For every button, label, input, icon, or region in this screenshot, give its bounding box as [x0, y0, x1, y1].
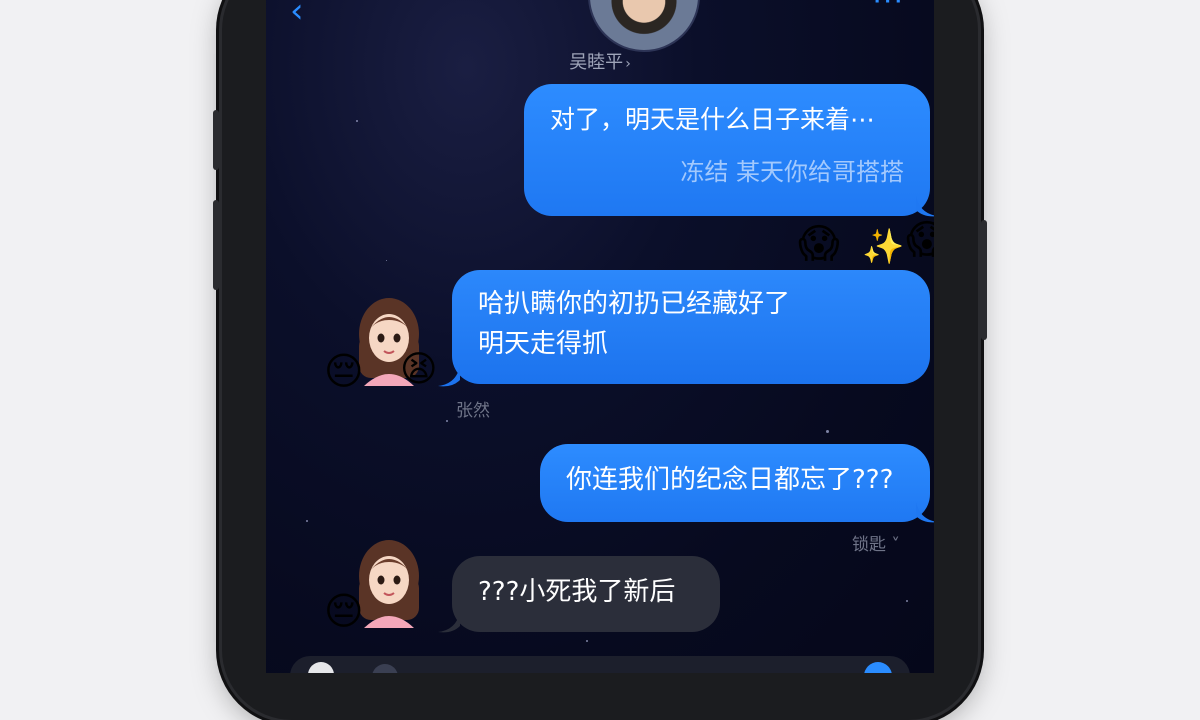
- reaction-scream-icon[interactable]: 😱: [798, 224, 840, 264]
- bubble-tail-incoming-1: [438, 366, 460, 387]
- message-text: ???小死我了新后: [478, 577, 676, 607]
- message-text: 你连我们的纪念日都忘了???: [566, 465, 894, 495]
- contact-chevron-icon: ›: [625, 56, 631, 72]
- add-attachment-icon[interactable]: [308, 662, 334, 673]
- voice-input-icon[interactable]: [372, 664, 398, 673]
- reaction-tired-icon: 😫: [400, 349, 438, 390]
- message-line-1: 哈扒瞒你的初扔已经藏好了: [478, 289, 791, 319]
- message-bubble-outgoing-2[interactable]: 你连我们的纪念日都忘了???: [540, 444, 930, 522]
- reaction-shocked-icon[interactable]: 😱: [906, 220, 934, 260]
- reaction-sparkles-icon[interactable]: ✨: [862, 230, 904, 264]
- phone-mute-switch: [213, 110, 219, 170]
- phone-volume-up: [213, 200, 219, 290]
- message-line-2: 明天走得抓: [478, 329, 609, 359]
- phone-power-button: [981, 220, 987, 340]
- message-status-label: 锁匙 ˅: [852, 535, 900, 555]
- bubble-tail-outgoing-1: [916, 196, 934, 217]
- message-bubble-outgoing-1[interactable]: 对了，明天是什么日子来着⋯ 冻结 某天你给哥搭搭: [524, 84, 930, 216]
- bubble-tail-outgoing-2: [916, 502, 934, 523]
- send-icon[interactable]: [864, 662, 892, 673]
- phone-frame: ‹ ··· 吴睦平 › 对了，明天是什么日子来着⋯ 冻结 某天你给哥搭搭 😱 ✨ …: [213, 0, 987, 720]
- message-sender-label: 张然: [456, 401, 490, 421]
- message-bubble-incoming-2[interactable]: ???小死我了新后: [452, 556, 720, 632]
- reaction-pensive-icon: 😔: [324, 349, 364, 393]
- message-input-bar[interactable]: [290, 656, 910, 673]
- back-chevron-icon[interactable]: ‹: [290, 0, 304, 28]
- chat-screen: ‹ ··· 吴睦平 › 对了，明天是什么日子来着⋯ 冻结 某天你给哥搭搭 😱 ✨ …: [266, 0, 934, 673]
- more-options-icon[interactable]: ···: [872, 0, 904, 19]
- reaction-pensive-icon: 😔: [324, 589, 364, 633]
- message-bubble-incoming-1[interactable]: 哈扒瞒你的初扔已经藏好了 明天走得抓: [452, 270, 930, 384]
- contact-name[interactable]: 吴睦平 ›: [266, 48, 934, 74]
- contact-name-text: 吴睦平: [569, 52, 624, 73]
- bubble-tail-incoming-2: [438, 612, 460, 633]
- message-subtext: 冻结 某天你给哥搭搭: [680, 158, 904, 186]
- contact-avatar[interactable]: [588, 0, 700, 52]
- message-text: 对了，明天是什么日子来着⋯: [550, 105, 876, 134]
